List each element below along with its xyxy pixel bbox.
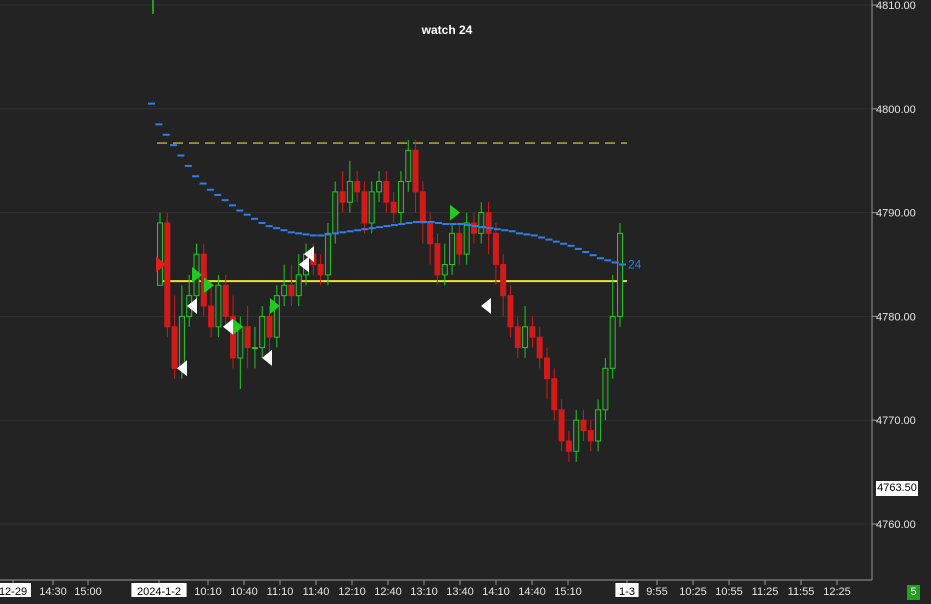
candle-body xyxy=(259,315,266,349)
candle-body xyxy=(536,336,543,359)
price-chart[interactable]: 24 4810.00 4800.00 4790.00 4780.00 4770.00 47… xyxy=(0,0,931,604)
candle-body xyxy=(346,180,353,203)
x-tick-label: 12:10 xyxy=(338,586,366,598)
candle-body xyxy=(602,367,609,411)
candle-body xyxy=(609,315,616,369)
candle-body xyxy=(208,305,215,328)
y-tick-label: 4770.00 xyxy=(876,415,916,427)
x-tick-label: 1-3 xyxy=(619,586,635,598)
candle-body xyxy=(434,243,441,276)
candle-body xyxy=(324,232,331,276)
candle-body xyxy=(551,378,558,411)
x-tick-label: 10:40 xyxy=(230,586,258,598)
x-tick-label: 14:40 xyxy=(518,586,546,598)
candle-body xyxy=(295,274,302,297)
chart-area[interactable]: 24 4810.00 4800.00 4790.00 4780.00 4770.00 47… xyxy=(0,0,931,604)
candle-body xyxy=(171,326,178,369)
x-tick-label: 12:40 xyxy=(374,586,402,598)
y-tick-label: 4800.00 xyxy=(876,104,916,116)
candle-body xyxy=(573,419,580,452)
candle-body xyxy=(317,264,324,276)
candle-body xyxy=(361,191,368,224)
x-tick-label: 13:40 xyxy=(446,586,474,598)
candle-body xyxy=(478,212,485,234)
x-tick-label: 12-29 xyxy=(0,586,27,598)
candle-body xyxy=(244,326,251,349)
candle-body xyxy=(595,409,602,442)
x-tick-label: 13:10 xyxy=(410,586,438,598)
x-tick-label: 10:55 xyxy=(715,586,743,598)
candle-body xyxy=(558,409,565,442)
current-price-label: 4763.50 xyxy=(876,481,918,496)
x-tick-label: 15:00 xyxy=(74,586,102,598)
x-tick-label: 2024-1-2 xyxy=(137,586,181,598)
candle-body xyxy=(266,315,273,338)
candle-body xyxy=(587,430,594,442)
y-tick-label: 4810.00 xyxy=(876,0,916,12)
y-tick-label: 4760.00 xyxy=(876,519,916,531)
candle-body xyxy=(470,222,477,234)
candle-body xyxy=(617,232,623,317)
candle-body xyxy=(405,149,412,182)
candle-body xyxy=(215,284,222,328)
x-tick-label: 14:10 xyxy=(482,586,510,598)
candle-body xyxy=(412,149,419,193)
candle-body xyxy=(507,295,514,328)
candle-body xyxy=(449,232,456,265)
x-tick-label: 11:40 xyxy=(303,586,330,598)
y-tick-label: 4780.00 xyxy=(876,311,916,323)
candle-body xyxy=(251,347,258,350)
candle-body xyxy=(164,222,171,328)
candle-body xyxy=(441,264,448,276)
candle-body xyxy=(178,315,185,369)
candle-body xyxy=(354,180,361,193)
candle-body xyxy=(529,326,536,338)
candle-body xyxy=(492,232,499,265)
x-tick-label: 11:10 xyxy=(267,586,294,598)
candle-body xyxy=(565,440,572,452)
candle-body xyxy=(397,180,404,214)
x-tick-label: 10:25 xyxy=(679,586,707,598)
candle-body xyxy=(514,326,521,349)
candle-body xyxy=(273,295,280,338)
candle-body xyxy=(463,222,470,255)
candle-body xyxy=(281,284,288,297)
x-tick-label: 12:25 xyxy=(823,586,851,598)
candle-body xyxy=(500,264,507,297)
x-tick-label: 15:10 xyxy=(554,586,582,598)
y-tick-label: 4790.00 xyxy=(876,208,916,220)
candle-body xyxy=(222,284,229,317)
candle-body xyxy=(580,419,587,432)
candle-body xyxy=(543,357,550,380)
candle-body xyxy=(368,191,375,224)
candle-body xyxy=(485,212,492,234)
moving-average-label: 24 xyxy=(628,258,642,272)
x-tick-label: 10:10 xyxy=(194,586,222,598)
candle-body xyxy=(383,180,390,203)
candle-body xyxy=(332,191,339,234)
candle-body xyxy=(390,201,397,214)
candle-body xyxy=(157,222,163,286)
x-tick-label: 11:55 xyxy=(788,586,815,598)
candle-body xyxy=(419,191,426,224)
plot-background xyxy=(0,0,872,580)
candle-body xyxy=(522,326,529,349)
candle-body xyxy=(237,326,244,359)
count-badge[interactable]: 5 xyxy=(907,585,920,600)
candle-body xyxy=(376,180,383,193)
x-tick-label: 11:25 xyxy=(752,586,779,598)
candle-body xyxy=(288,284,295,297)
x-tick-label: 9:55 xyxy=(646,586,667,598)
candle-body xyxy=(427,222,434,245)
candle-body xyxy=(339,191,346,203)
x-tick-label: 14:30 xyxy=(39,586,67,598)
candle-body xyxy=(456,232,463,255)
chart-title: watch 24 xyxy=(421,23,473,37)
